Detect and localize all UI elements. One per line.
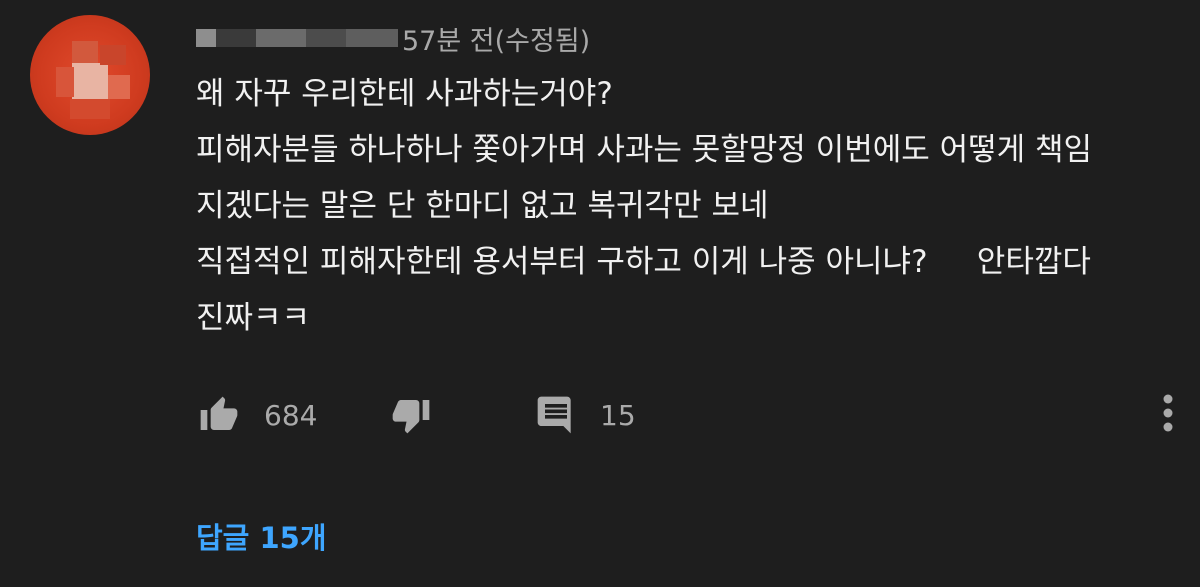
reply-count: 15 bbox=[600, 398, 636, 432]
reply-button[interactable]: 15 bbox=[534, 390, 636, 440]
avatar-pixel bbox=[72, 63, 108, 99]
like-button[interactable]: 684 bbox=[196, 390, 317, 440]
avatar-pixel bbox=[72, 41, 98, 63]
comment-line: 진짜ㅋㅋ bbox=[196, 300, 311, 336]
comment-text: 왜 자꾸 우리한테 사과하는거야? 피해자분들 하나하나 쫓아가며 사과는 못할… bbox=[196, 66, 1176, 346]
thumbs-up-icon[interactable] bbox=[196, 395, 242, 435]
comment-line: 지겠다는 말은 단 한마디 없고 복귀각만 보네 bbox=[196, 188, 769, 224]
like-count: 684 bbox=[264, 398, 318, 432]
dislike-button[interactable] bbox=[388, 390, 434, 440]
comment-timestamp[interactable]: 57분 전(수정됨) bbox=[402, 19, 590, 58]
avatar-pixel bbox=[56, 67, 74, 97]
avatar-pixel bbox=[108, 75, 130, 99]
avatar[interactable] bbox=[30, 15, 150, 135]
more-vertical-icon[interactable] bbox=[1161, 392, 1175, 438]
thumbs-down-icon[interactable] bbox=[388, 395, 434, 435]
comment-header: 57분 전(수정됨) bbox=[196, 18, 590, 58]
comment-line: 왜 자꾸 우리한테 사과하는거야? bbox=[196, 76, 613, 112]
avatar-pixel bbox=[100, 45, 126, 65]
author-name-redacted[interactable] bbox=[196, 23, 398, 53]
comment-actions: 684 15 bbox=[196, 390, 1196, 440]
comment-line: 직접적인 피해자한테 용서부터 구하고 이게 나중 아니냐? 안타깝다 bbox=[196, 244, 1091, 280]
view-replies-link[interactable]: 답글 15개 bbox=[196, 515, 327, 557]
comment-icon[interactable] bbox=[534, 393, 578, 437]
comment-thread: 57분 전(수정됨) 왜 자꾸 우리한테 사과하는거야? 피해자분들 하나하나 … bbox=[0, 0, 1200, 587]
avatar-pixel bbox=[70, 99, 110, 119]
comment-line: 피해자분들 하나하나 쫓아가며 사과는 못할망정 이번에도 어떻게 책임 bbox=[196, 132, 1093, 168]
more-options-button[interactable] bbox=[1154, 390, 1182, 440]
